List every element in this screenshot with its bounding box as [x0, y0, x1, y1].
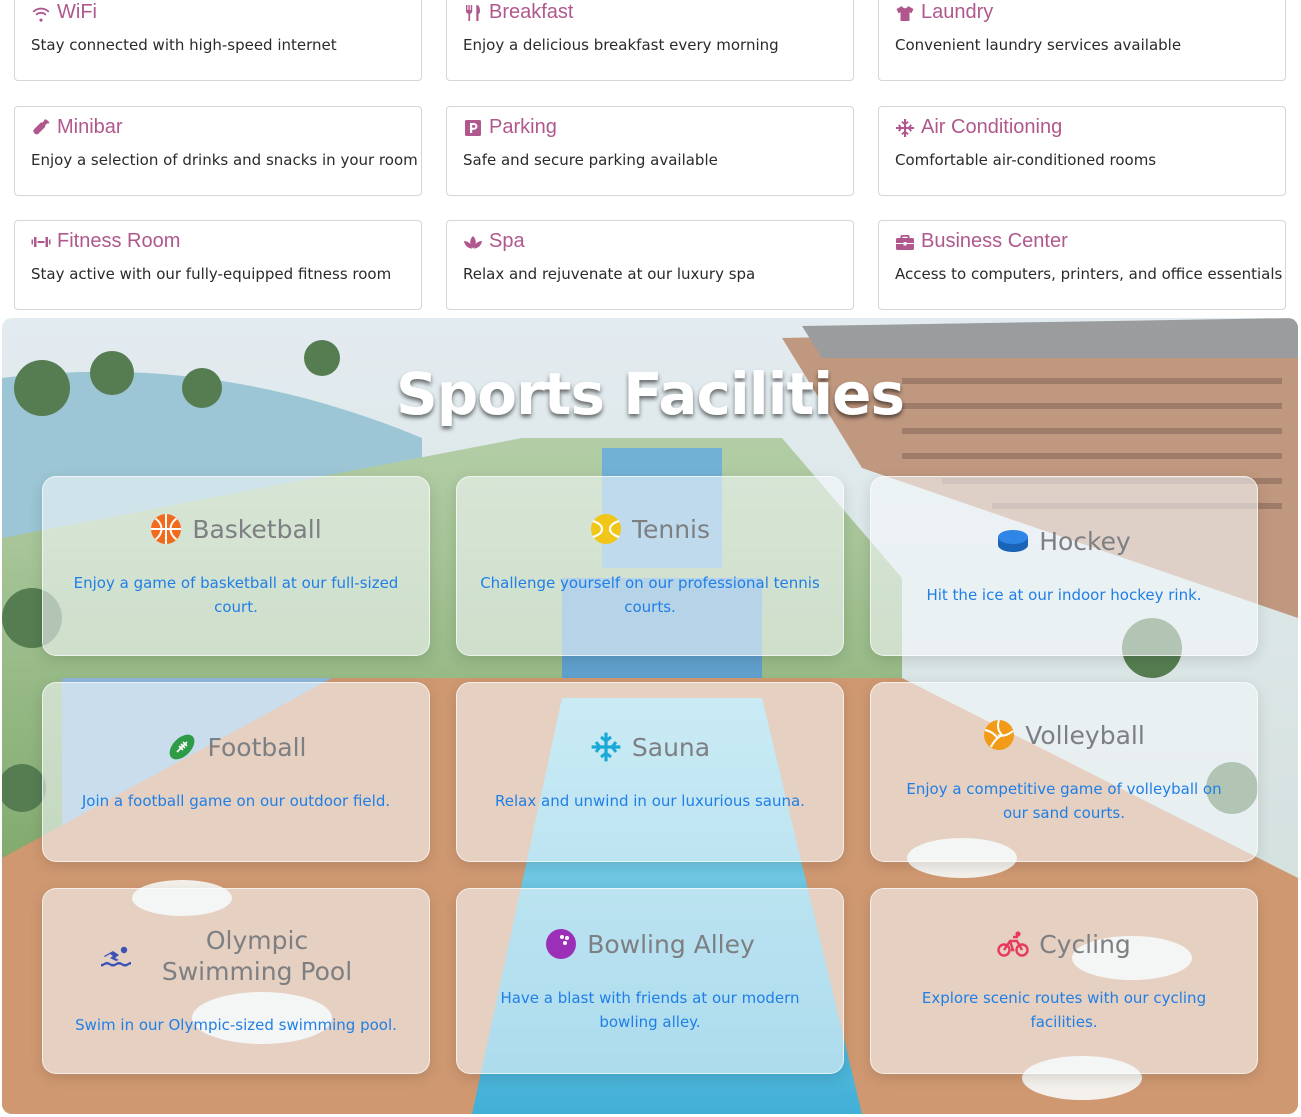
amenity-card-laundry: Laundry Convenient laundry services avai… — [878, 0, 1286, 81]
dumbbell-icon — [31, 236, 51, 247]
facility-card-tennis[interactable]: Tennis Challenge yourself on our profess… — [456, 476, 844, 656]
bicycle-icon — [997, 931, 1029, 957]
amenity-description: Convenient laundry services available — [895, 36, 1182, 54]
tennis-ball-icon — [590, 514, 621, 544]
facility-description: Have a blast with friends at our modern … — [500, 989, 800, 1031]
amenity-title: Breakfast — [489, 1, 574, 23]
facility-name: Football — [207, 732, 307, 762]
amenity-description: Enjoy a delicious breakfast every mornin… — [463, 36, 779, 54]
snowflake-icon — [896, 118, 914, 137]
parking-icon — [465, 119, 481, 136]
facility-card-football[interactable]: Football Join a football game on our out… — [42, 682, 430, 862]
amenity-description: Comfortable air-conditioned rooms — [895, 151, 1157, 169]
facility-name: Bowling Alley — [587, 929, 755, 959]
facility-name: Olympic Swimming Pool — [161, 926, 353, 986]
wifi-icon — [32, 7, 50, 22]
amenity-card-fitness-room: Fitness Room Stay active with our fully-… — [14, 220, 422, 310]
basketball-icon — [151, 514, 182, 544]
amenity-card-breakfast: Breakfast Enjoy a delicious breakfast ev… — [446, 0, 854, 81]
amenity-title: Air Conditioning — [921, 116, 1063, 138]
utensils-icon — [466, 4, 480, 21]
facility-name: Volleyball — [1025, 720, 1145, 750]
facility-description: Join a football game on our outdoor fiel… — [81, 792, 391, 810]
lotus-icon — [464, 235, 482, 249]
facility-description: Hit the ice at our indoor hockey rink. — [926, 586, 1202, 604]
shirt-icon — [896, 5, 914, 21]
facility-description: Challenge yourself on our professional t… — [480, 574, 820, 616]
amenity-description: Access to computers, printers, and offic… — [895, 265, 1283, 283]
sports-facilities-title: Sports Facilities — [395, 360, 905, 428]
facility-card-volleyball[interactable]: Volleyball Enjoy a competitive game of v… — [870, 682, 1258, 862]
amenities-grid: WiFi Stay connected with high-speed inte… — [14, 0, 1286, 310]
facility-name: Basketball — [192, 514, 322, 544]
bottle-icon — [33, 119, 50, 134]
volleyball-icon — [984, 719, 1015, 750]
amenity-description: Stay active with our fully-equipped fitn… — [31, 265, 392, 283]
briefcase-icon — [896, 234, 914, 250]
facility-card-sauna[interactable]: Sauna Relax and unwind in our luxurious … — [456, 682, 844, 862]
facility-description: Explore scenic routes with our cycling f… — [921, 989, 1207, 1031]
amenity-card-air-conditioning: Air Conditioning Comfortable air-conditi… — [878, 106, 1286, 196]
facility-name: Sauna — [631, 732, 711, 762]
amenity-card-business-center: Business Center Access to computers, pri… — [878, 220, 1286, 310]
amenity-title: Fitness Room — [57, 230, 181, 252]
facility-card-olympic-swimming-pool[interactable]: Olympic Swimming Pool Swim in our Olympi… — [42, 888, 430, 1074]
amenity-title: Business Center — [921, 230, 1068, 252]
facility-description: Swim in our Olympic-sized swimming pool. — [75, 1016, 397, 1034]
football-icon — [169, 734, 194, 760]
amenity-description: Safe and secure parking available — [463, 151, 718, 169]
amenity-title: Laundry — [921, 1, 994, 23]
hockey-puck-icon — [998, 530, 1029, 552]
facility-description: Enjoy a game of basketball at our full-s… — [73, 574, 399, 616]
amenity-title: Parking — [489, 116, 557, 138]
sports-facilities-section: Sports Facilities Basketball Enjoy a gam… — [2, 318, 1298, 1114]
facility-card-cycling[interactable]: Cycling Explore scenic routes with our c… — [870, 888, 1258, 1074]
facility-card-hockey[interactable]: Hockey Hit the ice at our indoor hockey … — [870, 476, 1258, 656]
amenity-card-minibar: Minibar Enjoy a selection of drinks and … — [14, 106, 422, 196]
amenity-title: Minibar — [57, 116, 123, 138]
facility-card-bowling-alley[interactable]: Bowling Alley Have a blast with friends … — [456, 888, 844, 1074]
snowflake-icon — [591, 732, 621, 762]
amenity-description: Enjoy a selection of drinks and snacks i… — [31, 151, 418, 169]
amenity-description: Stay connected with high-speed internet — [31, 36, 337, 54]
facility-name: Tennis — [631, 514, 711, 544]
bowling-ball-icon — [546, 929, 577, 959]
facility-description: Enjoy a competitive game of volleyball o… — [906, 780, 1222, 822]
amenity-card-spa: Spa Relax and rejuvenate at our luxury s… — [446, 220, 854, 310]
swimmer-icon — [101, 946, 131, 967]
facility-name: Cycling — [1039, 929, 1131, 959]
amenity-title: Spa — [489, 230, 525, 252]
amenity-card-parking: Parking Safe and secure parking availabl… — [446, 106, 854, 196]
facility-name: Hockey — [1039, 526, 1131, 556]
facility-card-basketball[interactable]: Basketball Enjoy a game of basketball at… — [42, 476, 430, 656]
amenity-description: Relax and rejuvenate at our luxury spa — [463, 265, 756, 283]
amenity-card-wifi: WiFi Stay connected with high-speed inte… — [14, 0, 422, 81]
amenity-title: WiFi — [57, 1, 97, 23]
facility-description: Relax and unwind in our luxurious sauna. — [495, 792, 805, 810]
